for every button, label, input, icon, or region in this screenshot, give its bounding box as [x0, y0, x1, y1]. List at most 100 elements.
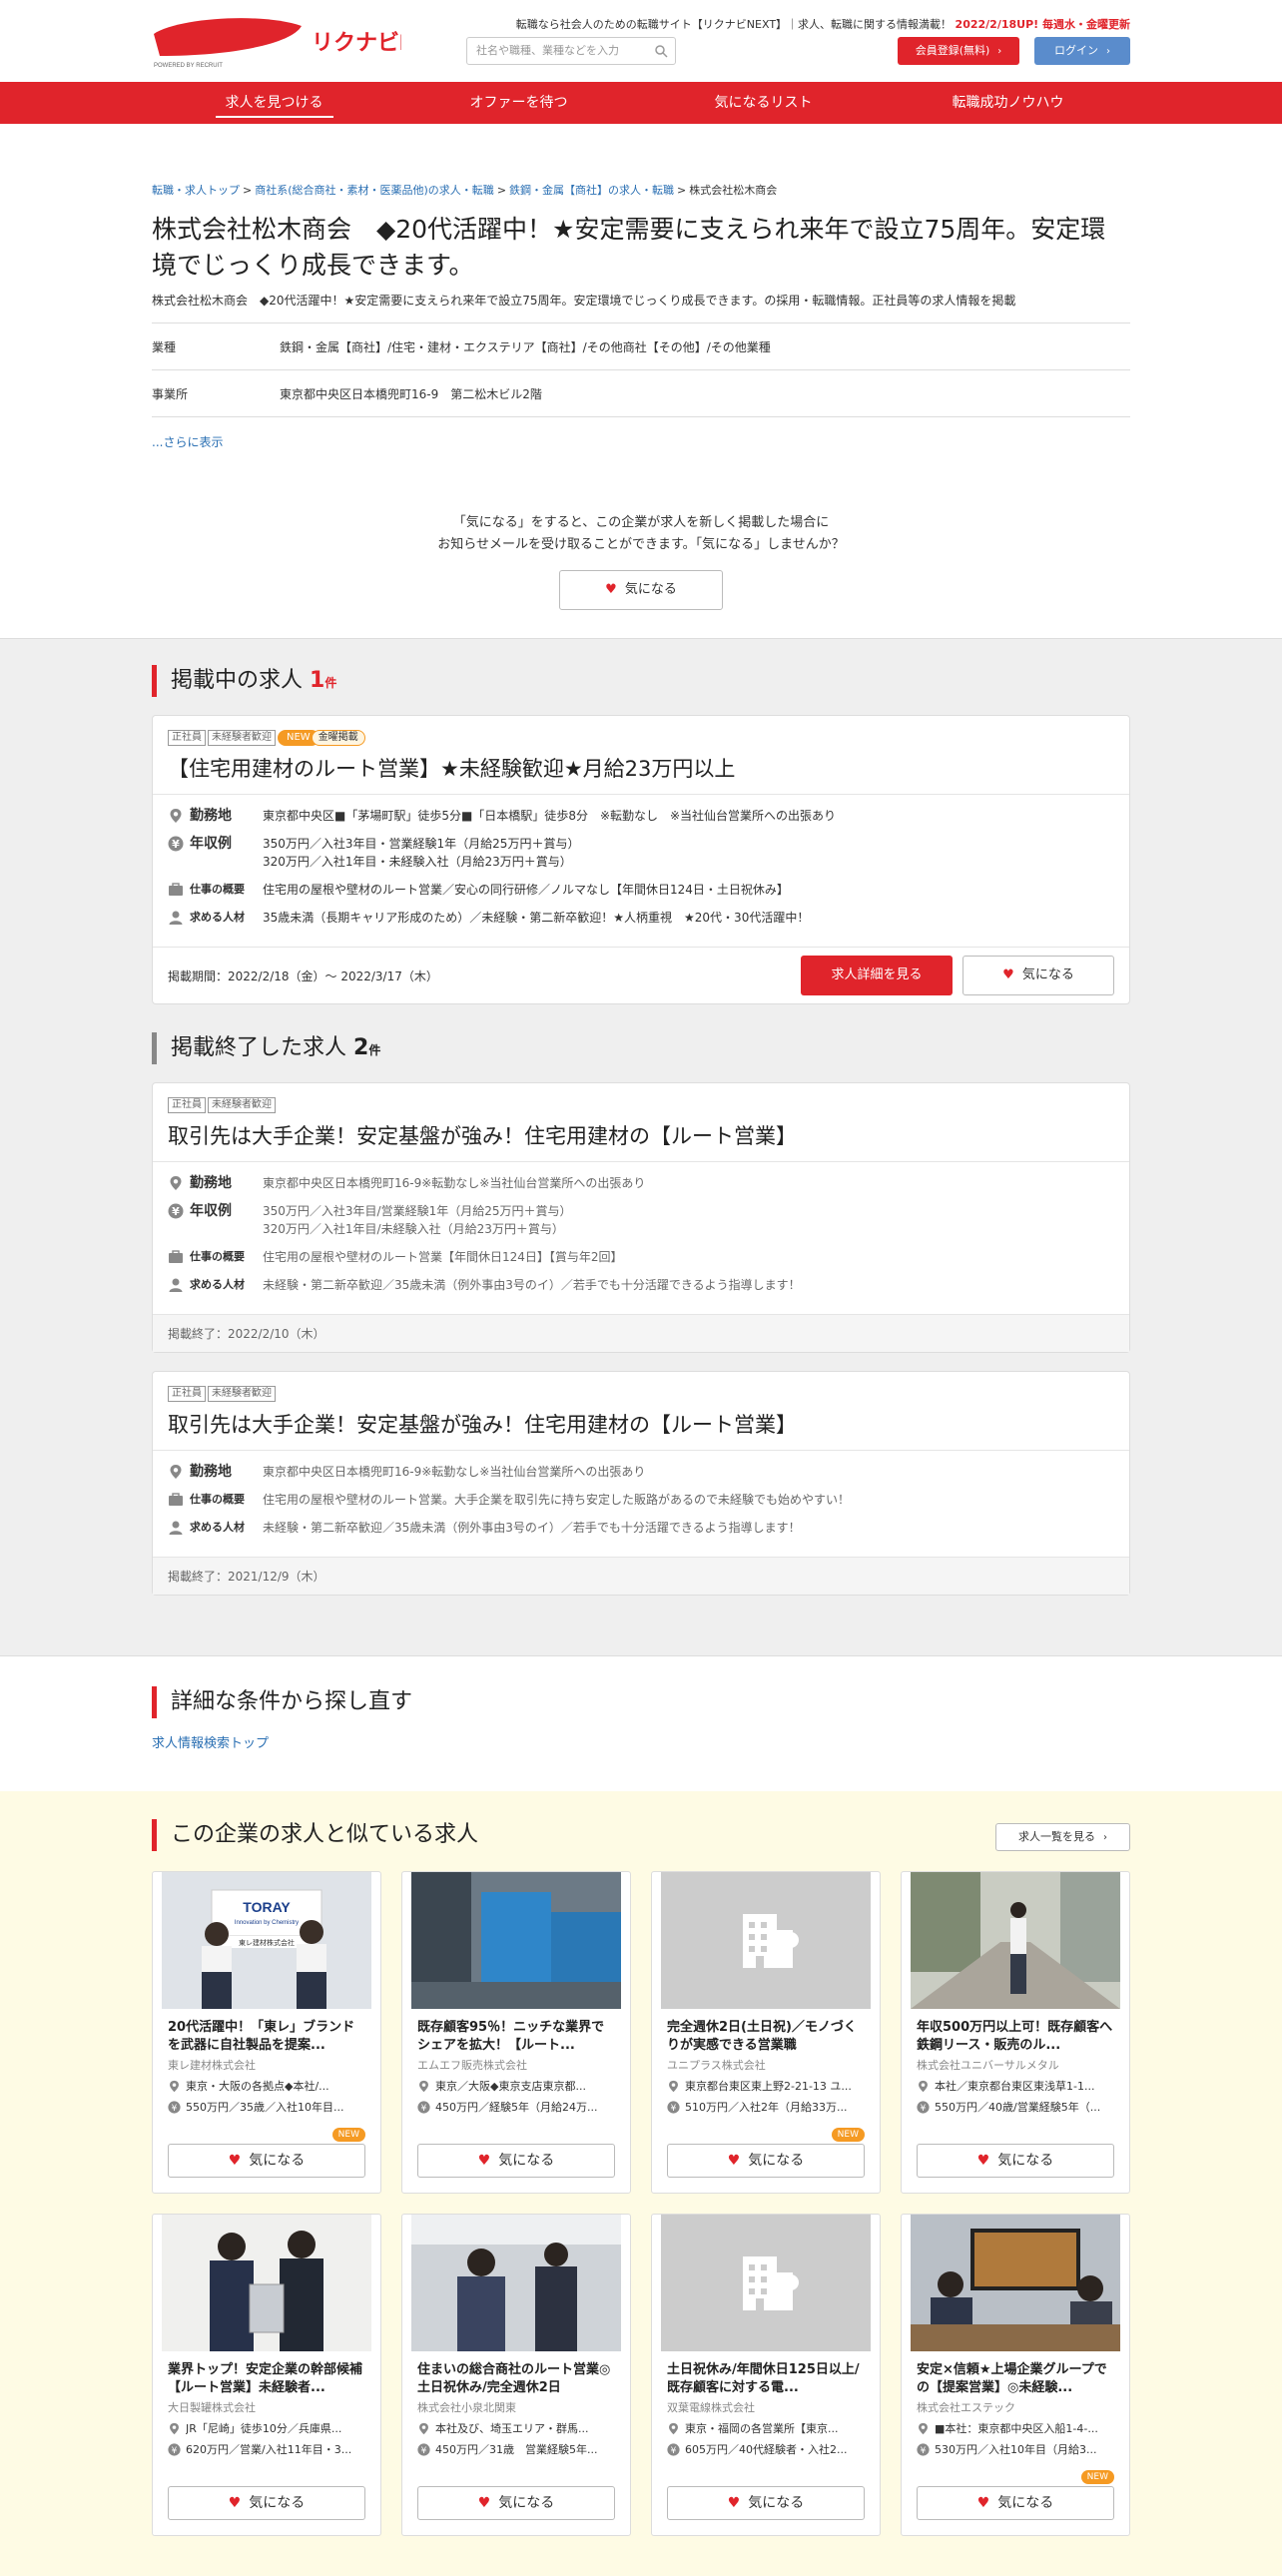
- similar-job-card[interactable]: 既存顧客95％！ニッチな業界でシェアを拡大！【ルート... エムエフ販売株式会社東…: [401, 1871, 631, 2194]
- nav-wait-offer[interactable]: オファーを待つ: [396, 82, 641, 124]
- info-row: 事業所 東京都中央区日本橋兜町16-9 第二松木ビル2階: [152, 370, 1130, 417]
- similar-job-company: エムエフ販売株式会社: [417, 2059, 527, 2072]
- svg-text:¥: ¥: [172, 2103, 178, 2113]
- similar-job-favorite-button[interactable]: ♥ 気になる: [917, 2144, 1114, 2178]
- job-card-ended: 正社員 未経験者歓迎 取引先は大手企業！安定基盤が強み！住宅用建材の【ルート営業】…: [152, 1082, 1130, 1353]
- similar-job-favorite-button[interactable]: ♥ 気になる: [417, 2486, 615, 2520]
- similar-job-card[interactable]: 年収500万円以上可！既存顧客へ鉄鋼リース・販売のル... 株式会社ユニバーサルメ…: [901, 1871, 1130, 2194]
- location-pin-icon: [170, 2422, 179, 2434]
- similar-job-company: ユニプラス株式会社: [667, 2059, 766, 2072]
- page-description: 株式会社松木商会 ◆20代活躍中！★安定需要に支えられ来年で設立75周年。安定環…: [152, 294, 1016, 308]
- similar-job-location: 本社／東京都台東区東浅草1-1...: [917, 2078, 1114, 2094]
- yen-icon: ¥: [168, 1203, 184, 1219]
- job-list-button[interactable]: 求人一覧を見る ›: [995, 1823, 1130, 1851]
- job-card-ended: 正社員 未経験者歓迎 取引先は大手企業！安定基盤が強み！住宅用建材の【ルート営業】…: [152, 1371, 1130, 1596]
- update-info: 2022/2/18UP! 毎週水・金曜更新: [955, 18, 1130, 31]
- similar-job-card[interactable]: TORAY Innovation by Chemistry 東レ建材株式会社 20代活…: [152, 1871, 381, 2194]
- similar-job-favorite-button[interactable]: ♥ 気になる: [667, 2144, 865, 2178]
- location-pin-icon: [170, 1465, 182, 1479]
- svg-text:¥: ¥: [421, 2445, 427, 2455]
- login-button[interactable]: ログイン ›: [1034, 37, 1130, 65]
- similar-job-title[interactable]: 業界トップ！安定企業の幹部候補【ルート営業】未経験者...: [168, 2361, 365, 2397]
- similar-job-photo: [411, 1872, 621, 2009]
- similar-job-salary: ¥530万円／入社10年目（月給3...: [917, 2441, 1114, 2457]
- tag-seishain: 正社員: [168, 1386, 206, 1402]
- similar-job-favorite-button[interactable]: ♥ 気になる: [917, 2486, 1114, 2520]
- svg-text:¥: ¥: [421, 2103, 427, 2113]
- tag-mikeiken: 未経験者歓迎: [208, 1386, 276, 1402]
- register-button[interactable]: 会員登録(無料) ›: [898, 37, 1019, 65]
- similar-job-title[interactable]: 既存顧客95％！ニッチな業界でシェアを拡大！【ルート...: [417, 2019, 615, 2055]
- photo-sign-text: TORAY: [243, 1899, 291, 1915]
- similar-job-card[interactable]: 業界トップ！安定企業の幹部候補【ルート営業】未経験者... 大日製罐株式会社 JR「…: [152, 2214, 381, 2536]
- similar-job-photo: [661, 1872, 871, 2009]
- location-pin-icon: [170, 809, 182, 823]
- location-pin-icon: [419, 2080, 428, 2092]
- heart-icon: ♥: [727, 2153, 741, 2169]
- building-placeholder-icon: [661, 1872, 871, 2009]
- svg-text:¥: ¥: [172, 1205, 180, 1218]
- similar-job-title[interactable]: 年収500万円以上可！既存顧客へ鉄鋼リース・販売のル...: [917, 2019, 1114, 2055]
- similar-job-title[interactable]: 安定×信頼★上場企業グループでの【提案営業】◎未経験...: [917, 2361, 1114, 2397]
- similar-job-photo: [911, 2215, 1120, 2351]
- job-ended-date: 掲載終了：2022/2/10（木）: [153, 1314, 1129, 1352]
- breadcrumb-link[interactable]: 鉄鋼・金属【商社】の求人・転職: [509, 184, 674, 197]
- job-salary-row: ¥ 年収例 350万円／入社3年目/営業経験1年（月給25万円＋賞与） 320万円／…: [168, 1202, 1114, 1238]
- similar-job-salary: ¥450万円／経験5年（月給24万...: [417, 2099, 615, 2115]
- job-location-row: 勤務地 東京都中央区日本橋兜町16-9※転勤なし※当社仙台営業所への出張あり: [168, 1463, 1114, 1481]
- similar-job-photo: [411, 2215, 621, 2351]
- logo-text: リクナビNEXT: [312, 30, 401, 55]
- similar-job-company: 大日製罐株式会社: [168, 2401, 256, 2414]
- yen-icon: ¥: [667, 2442, 680, 2455]
- similar-job-favorite-button[interactable]: ♥ 気になる: [168, 2486, 365, 2520]
- similar-job-location: 東京・福岡の各営業所【東京...: [667, 2420, 865, 2436]
- similar-job-photo: [661, 2215, 871, 2351]
- new-badge: NEW: [1080, 2470, 1114, 2484]
- svg-text:¥: ¥: [671, 2445, 677, 2455]
- nav-knowhow[interactable]: 転職成功ノウハウ: [886, 82, 1130, 124]
- follow-message: 「気になる」をすると、この企業が求人を新しく掲載した場合に お知らせメールを受け…: [437, 515, 845, 552]
- tag-seishain: 正社員: [168, 730, 206, 746]
- similar-job-title[interactable]: 住まいの総合商社のルート営業◎土日祝休み/完全週休2日: [417, 2361, 615, 2397]
- yen-icon: ¥: [417, 2442, 430, 2455]
- nav-favorite-list[interactable]: 気になるリスト: [641, 82, 886, 124]
- yen-icon: ¥: [168, 2100, 181, 2113]
- similar-job-title[interactable]: 20代活躍中！「東レ」ブランドを武器に自社製品を提案...: [168, 2019, 365, 2055]
- similar-job-company: 双葉電線株式会社: [667, 2401, 755, 2414]
- job-favorite-button[interactable]: ♥ 気になる: [962, 956, 1114, 995]
- similar-job-favorite-button[interactable]: ♥ 気になる: [168, 2144, 365, 2178]
- similar-job-card[interactable]: 完全週休2日(土日祝)／モノづくりが実感できる営業職ユニプラス株式会社東京都台東…: [651, 1871, 881, 2194]
- similar-job-location: 東京・大阪の各拠点◆本社/...: [168, 2078, 365, 2094]
- breadcrumb-link[interactable]: 商社系(総合商社・素材・医薬品他)の求人・転職: [255, 184, 494, 197]
- similar-job-card[interactable]: 住まいの総合商社のルート営業◎土日祝休み/完全週休2日 株式会社小泉北関東 本社及び…: [401, 2214, 631, 2536]
- search-input[interactable]: 社名や職種、業種などを入力: [466, 37, 676, 65]
- similar-job-favorite-button[interactable]: ♥ 気になる: [417, 2144, 615, 2178]
- similar-job-company: 株式会社エステック: [917, 2401, 1015, 2414]
- site-logo[interactable]: リクナビNEXT POWERED BY RECRUIT: [152, 16, 458, 70]
- job-location-row: 勤務地 東京都中央区■「茅場町駅」徒歩5分■「日本橋駅」徒歩8分 ※転勤なし ※…: [168, 807, 1114, 825]
- similar-job-favorite-button[interactable]: ♥ 気になる: [667, 2486, 865, 2520]
- yen-icon: ¥: [917, 2100, 930, 2113]
- building-placeholder-icon: [661, 2215, 871, 2351]
- nav-find-jobs[interactable]: 求人を見つける: [152, 82, 396, 124]
- similar-job-card[interactable]: 土日祝休み/年間休日125日以上/既存顧客に対する電... 双葉電線株式会社東京・…: [651, 2214, 881, 2536]
- job-tags: 正社員 未経験者歓迎 NEW 金曜掲載: [168, 730, 1114, 746]
- breadcrumb-link[interactable]: 転職・求人トップ: [152, 184, 240, 197]
- show-more-link[interactable]: ...さらに表示: [152, 433, 1130, 450]
- similar-job-title[interactable]: 土日祝休み/年間休日125日以上/既存顧客に対する電...: [667, 2361, 865, 2397]
- search-icon[interactable]: [654, 44, 668, 58]
- ended-jobs-title: 掲載終了した求人 2件: [152, 1032, 1130, 1064]
- similar-job-location: 東京／大阪◆東京支店東京都...: [417, 2078, 615, 2094]
- yen-icon: ¥: [667, 2100, 680, 2113]
- job-detail-button[interactable]: 求人詳細を見る: [801, 956, 953, 995]
- follow-company-button[interactable]: ♥ 気になる: [559, 570, 723, 610]
- person-icon: [169, 1521, 183, 1535]
- search-top-link[interactable]: 求人情報検索トップ: [152, 1732, 1130, 1751]
- heart-icon: ♥: [228, 2495, 242, 2511]
- tag-seishain: 正社員: [168, 1097, 206, 1113]
- similar-job-photo: [911, 1872, 1120, 2009]
- similar-job-card[interactable]: 安定×信頼★上場企業グループでの【提案営業】◎未経験... 株式会社エステック ■本…: [901, 2214, 1130, 2536]
- job-title[interactable]: 【住宅用建材のルート営業】★未経験歓迎★月給23万円以上: [168, 754, 1114, 784]
- similar-job-location: 東京都台東区東上野2-21-13 ユ...: [667, 2078, 865, 2094]
- similar-job-title[interactable]: 完全週休2日(土日祝)／モノづくりが実感できる営業職: [667, 2019, 865, 2055]
